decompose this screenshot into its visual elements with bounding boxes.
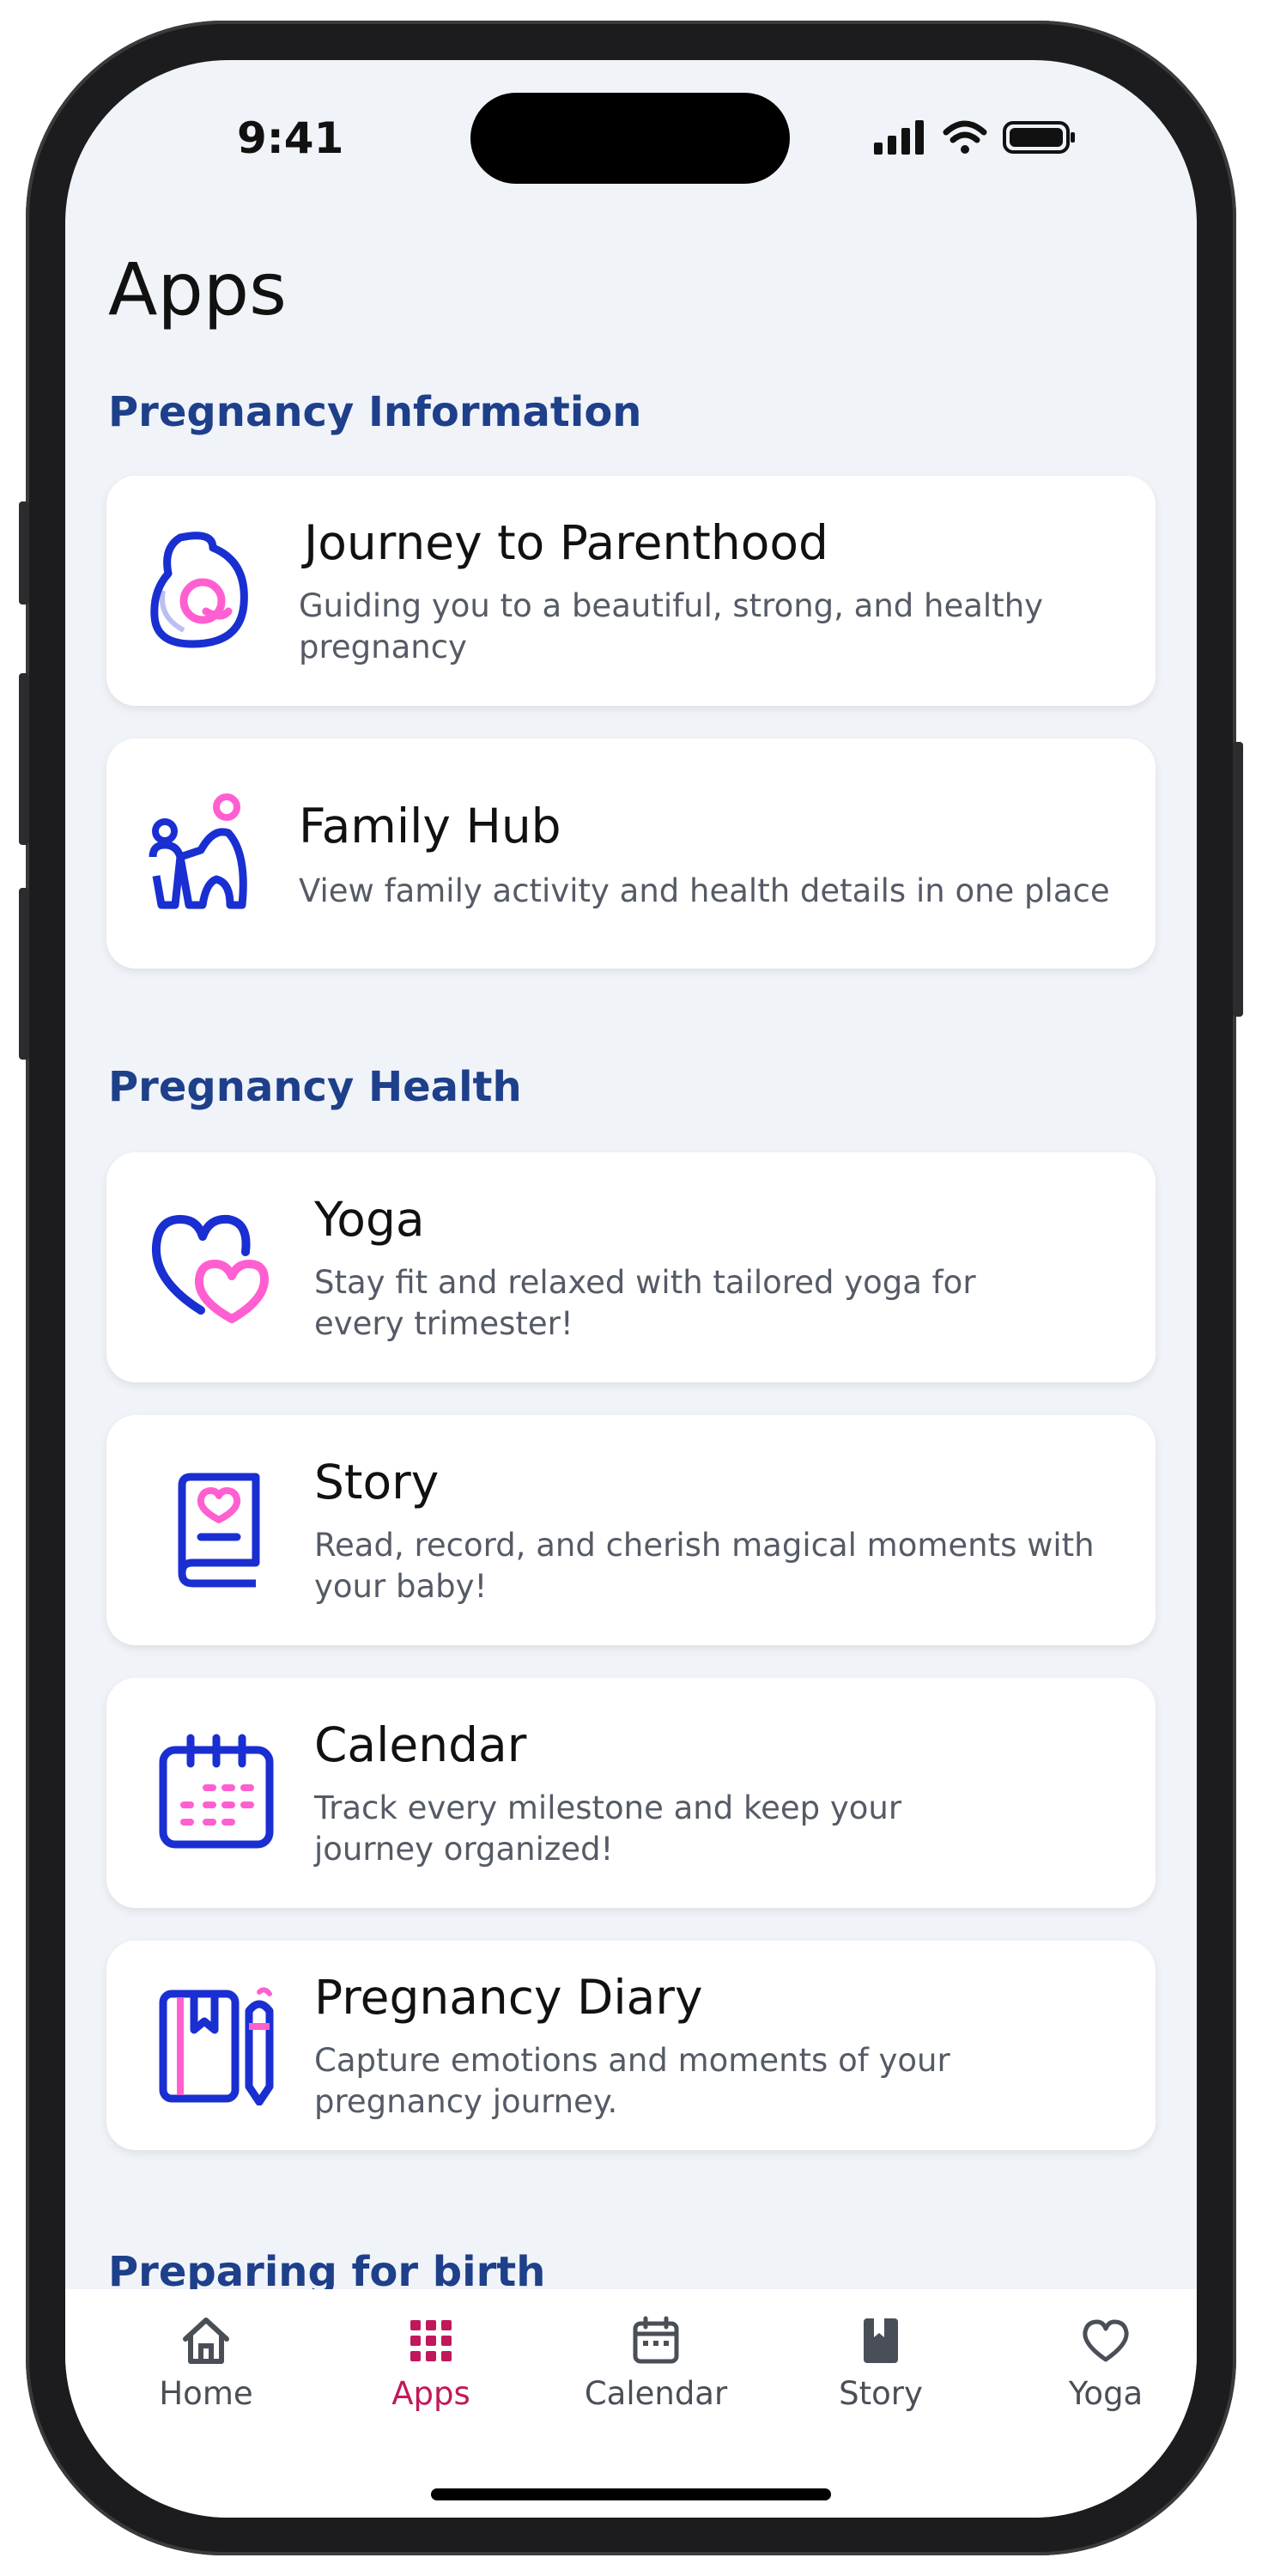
page-title: Apps (108, 247, 287, 331)
calendar-icon (159, 1734, 274, 1849)
nav-item-calendar[interactable]: Calendar (570, 2315, 742, 2412)
action-button (19, 501, 29, 605)
wifi-icon (943, 120, 987, 154)
battery-icon (1003, 121, 1075, 154)
status-bar: 9:41 (65, 60, 1197, 215)
card-description: Read, record, and cherish magical moment… (314, 1527, 1095, 1605)
card-journey-to-parenthood[interactable]: Journey to Parenthood Guiding you to a b… (106, 476, 1156, 706)
card-yoga[interactable]: Yoga Stay fit and relaxed with tailored … (106, 1152, 1156, 1382)
heart-icon (1083, 2319, 1129, 2362)
dynamic-island (470, 93, 790, 184)
nav-item-apps[interactable]: Apps (345, 2315, 517, 2412)
card-description: Guiding you to a beautiful, strong, and … (299, 587, 1044, 665)
home-indicator[interactable] (431, 2488, 831, 2500)
nav-label: Apps (391, 2375, 470, 2412)
power-button (1233, 742, 1243, 1017)
section-title-pregnancy-health: Pregnancy Health (108, 1063, 522, 1111)
nav-item-home[interactable]: Home (120, 2315, 292, 2412)
calendar-icon (633, 2316, 679, 2364)
card-title: Yoga (314, 1192, 425, 1247)
family-icon (149, 793, 247, 909)
diary-pen-icon (159, 1987, 274, 2105)
card-title: Calendar (314, 1717, 527, 1772)
card-title: Pregnancy Diary (314, 1970, 703, 2025)
nav-item-yoga[interactable]: Yoga (1020, 2315, 1192, 2412)
card-description: View family activity and health details … (299, 872, 1110, 909)
card-description: Track every milestone and keep your jour… (314, 1789, 902, 1868)
volume-up-button (19, 673, 29, 845)
pregnancy-icon (150, 532, 248, 648)
status-icons (874, 120, 1077, 155)
book-heart-icon (178, 1473, 260, 1588)
bottom-nav: Home Apps Calendar Story Yoga (65, 2289, 1197, 2518)
card-pregnancy-diary[interactable]: Pregnancy Diary Capture emotions and mom… (106, 1941, 1156, 2150)
book-icon (864, 2318, 898, 2363)
home-icon (183, 2318, 229, 2364)
card-calendar[interactable]: Calendar Track every milestone and keep … (106, 1678, 1156, 1908)
card-title: Journey to Parenthood (304, 515, 828, 570)
card-description: Stay fit and relaxed with tailored yoga … (314, 1264, 976, 1342)
signal-icon (874, 120, 924, 155)
status-time: 9:41 (237, 113, 344, 163)
card-title: Story (314, 1455, 440, 1510)
hearts-icon (151, 1214, 269, 1323)
nav-label: Story (839, 2375, 923, 2412)
card-story[interactable]: Story Read, record, and cherish magical … (106, 1415, 1156, 1645)
section-title-pregnancy-information: Pregnancy Information (108, 388, 642, 436)
nav-label: Calendar (584, 2375, 728, 2412)
card-family-hub[interactable]: Family Hub View family activity and heal… (106, 738, 1156, 969)
nav-label: Yoga (1068, 2375, 1144, 2412)
card-title: Family Hub (299, 799, 561, 854)
screen: 9:41 Apps Pregnancy Information Journey … (65, 60, 1197, 2518)
card-description: Capture emotions and moments of your pre… (314, 2042, 950, 2120)
nav-label: Home (159, 2375, 253, 2412)
grid-icon (410, 2320, 452, 2361)
volume-down-button (19, 888, 29, 1060)
nav-item-story[interactable]: Story (795, 2315, 967, 2412)
